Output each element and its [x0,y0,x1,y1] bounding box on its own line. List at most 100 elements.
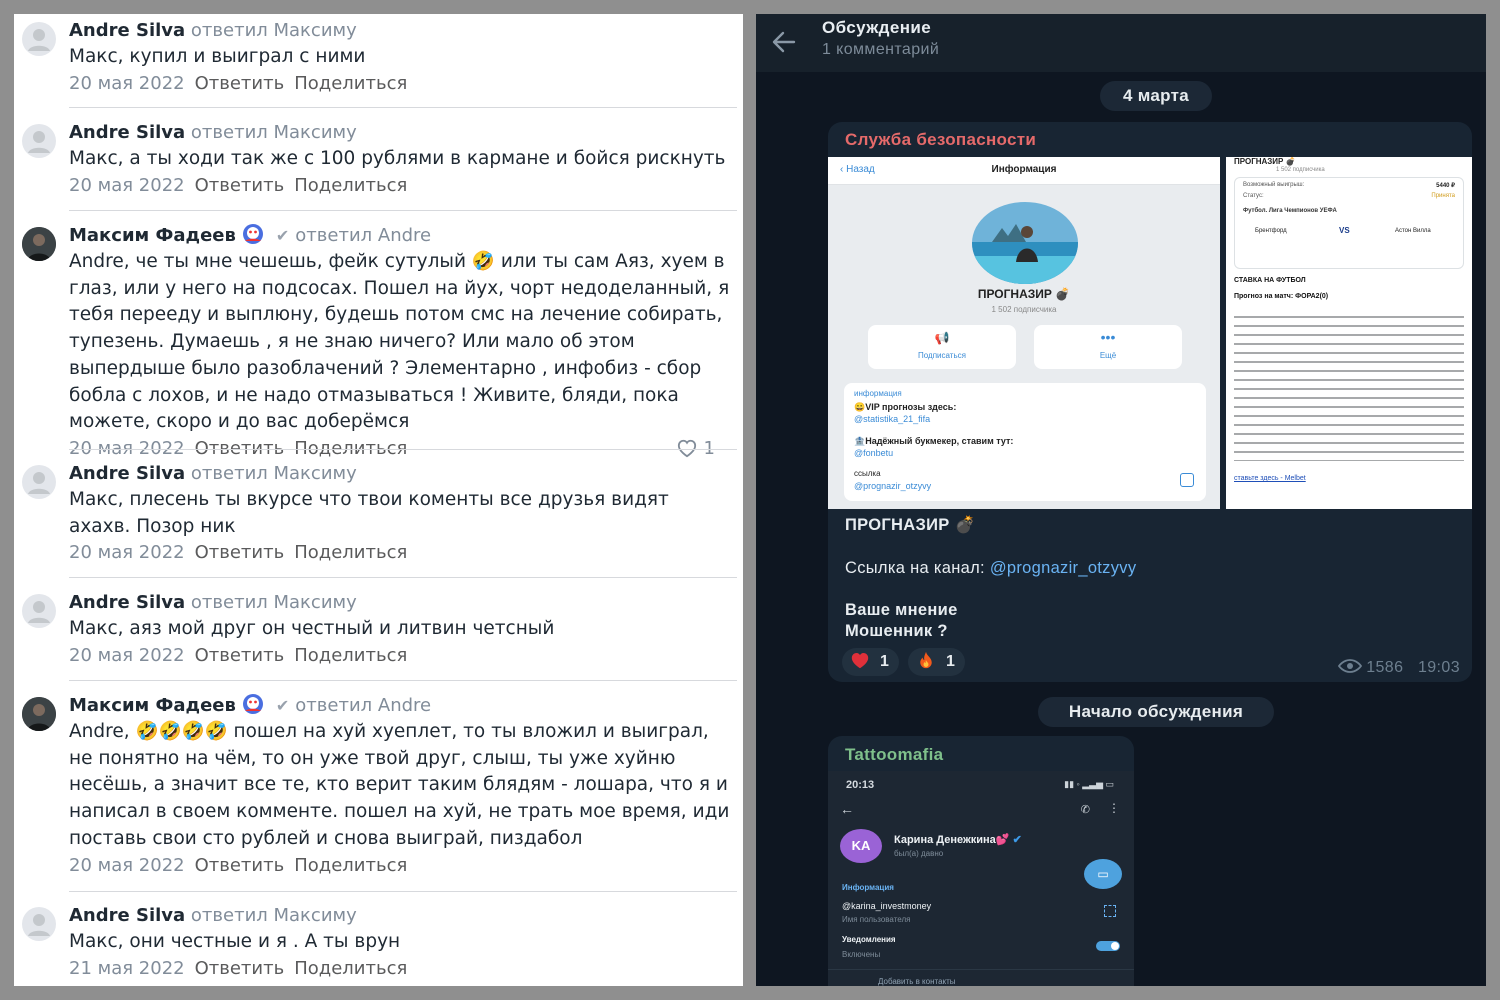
comment-author[interactable]: Andre Silva [69,905,185,926]
divider [69,449,737,450]
discussion-start-pill: Начало обсуждения [1038,697,1274,727]
divider [69,577,737,578]
divider [69,680,737,681]
heart-icon [851,653,869,669]
comment-date[interactable]: 20 мая 2022 [69,645,185,666]
comment-date[interactable]: 21 мая 2022 [69,958,185,979]
channel-link[interactable]: @prognazir_otzyvy [990,559,1137,577]
reply-to[interactable]: ответил Andre [295,695,431,716]
screenshot-channel-info[interactable]: ‹ Назад Информация ПРОГНАЗИР 💣 1 502 под… [828,157,1220,509]
comment-text: Макс, они честные и я . А ты врун [69,931,401,952]
post-time: 19:03 [1417,659,1460,676]
screenshot-contact-profile[interactable]: 20:13 ▮▮ ◦ ▂▃▅ ▭ ← ✆ ⋮ KA Карина Денежки… [828,771,1134,986]
discussion-comment[interactable]: Tattoomafia 20:13 ▮▮ ◦ ▂▃▅ ▭ ← ✆ ⋮ KA Ка… [828,736,1134,986]
post-question-line-1: Ваше мнение [845,601,958,619]
reply-button[interactable]: Ответить [195,645,285,666]
reply-to[interactable]: ответил Andre [295,225,431,246]
back-arrow-icon[interactable] [770,28,798,56]
post-body-text-lines [1234,311,1464,461]
reply-to[interactable]: ответил Максиму [191,20,357,41]
reply-to[interactable]: ответил Максиму [191,122,357,143]
date-pill: 4 марта [1100,81,1212,111]
fire-icon [920,651,932,669]
screenshot-info-card: информация 😀VIP прогнозы здесь: @statist… [844,383,1206,501]
checkmark-icon: ✔ [275,696,290,715]
comment-text: Макс, купил и выиграл с ними [69,46,366,67]
reply-to[interactable]: ответил Максиму [191,463,357,484]
status-bar-icons: ▮▮ ◦ ▂▃▅ ▭ [1064,779,1114,789]
comment-text: Andre, 🤣🤣🤣🤣 пошел на хуй хуеплет, то ты … [69,721,730,849]
divider [69,891,737,892]
comment-author[interactable]: Andre Silva [69,122,185,143]
divider [69,210,737,211]
share-button[interactable]: Поделиться [294,855,407,876]
avatar[interactable] [22,22,56,56]
share-button[interactable]: Поделиться [294,175,407,196]
comment-date[interactable]: 20 мая 2022 [69,175,185,196]
share-button[interactable]: Поделиться [294,958,407,979]
more-dots-icon: ••• [1100,329,1116,345]
screenshot-title: Информация [991,164,1057,175]
reply-button[interactable]: Ответить [195,175,285,196]
share-button[interactable]: Поделиться [294,542,407,563]
verified-icon: ✔ [1012,834,1022,846]
header-subtitle: 1 комментарий [822,41,940,58]
bet-slip: Возможный выигрыш: 5440 ₽ Статус: Принят… [1234,177,1464,269]
reply-button[interactable]: Ответить [195,542,285,563]
screenshot-more-button: ••• Ещё [1034,325,1182,369]
reply-to[interactable]: ответил Максиму [191,905,357,926]
comment-author[interactable]: Andre Silva [69,463,185,484]
copy-icon [1180,473,1194,487]
post-views-time: 1586 19:03 [1338,659,1460,677]
contact-name: Карина Денежкина💕 ✔ [894,834,1022,846]
forwarded-post[interactable]: Служба безопасности ‹ Назад Информация П… [828,122,1472,682]
comment-date[interactable]: 20 мая 2022 [69,73,185,94]
verified-badge-icon [242,694,263,714]
menu-dots-icon: ⋮ [1108,801,1120,815]
comment-date[interactable]: 20 мая 2022 [69,542,185,563]
avatar[interactable] [22,907,56,941]
avatar[interactable] [22,697,56,731]
phone-call-icon: ✆ [1080,804,1090,816]
post-author[interactable]: Служба безопасности [845,130,1036,150]
avatar[interactable] [22,124,56,158]
share-button[interactable]: Поделиться [294,645,407,666]
comment-text: Andre, че ты мне чешешь, фейк сутулый 🤣 … [69,251,730,433]
post-channel-link-line: Ссылка на канал: @prognazir_otzyvy [845,559,1137,577]
post-question-line-2: Мошенник ? [845,622,948,640]
view-count: 1586 [1366,659,1404,676]
screenshot-subscribers: 1 502 подписчика [991,305,1057,314]
reaction-fire[interactable]: 1 [908,648,965,676]
screenshot-channel-name: ПРОГНАЗИР 💣 [977,287,1071,301]
megaphone-icon: 📢 [934,331,950,345]
reaction-heart[interactable]: 1 [842,648,899,676]
checkmark-icon: ✔ [275,226,290,245]
reply-button[interactable]: Ответить [195,73,285,94]
verified-badge-icon [242,224,263,244]
comment-text: Макс, а ты ходи так же с 100 рублями в к… [69,148,726,169]
vk-comments-panel: Andre Silva ответил Максиму Макс, купил … [14,14,743,986]
avatar[interactable] [22,465,56,499]
reply-button[interactable]: Ответить [195,855,285,876]
contact-avatar: KA [840,829,882,863]
comment-author[interactable]: Andre Silva [69,20,185,41]
comment-author[interactable]: Andre Silva [69,592,185,613]
eye-icon [1338,659,1363,673]
avatar[interactable] [22,227,56,261]
divider [69,107,737,108]
comment-text: Макс, аяз мой друг он честный и литвин ч… [69,618,555,639]
reply-button[interactable]: Ответить [195,958,285,979]
comment-date[interactable]: 20 мая 2022 [69,855,185,876]
avatar[interactable] [22,594,56,628]
share-button[interactable]: Поделиться [294,73,407,94]
comment-author[interactable]: Максим Фадеев [69,225,236,246]
comment-text: Макс, плесень ты вкурсе что твои коменты… [69,489,669,537]
message-bubble-icon: ▭ [1084,859,1122,889]
comment-author[interactable]: Максим Фадеев [69,695,236,716]
heart-icon [677,439,696,458]
reply-to[interactable]: ответил Максиму [191,592,357,613]
comment-author[interactable]: Tattoomafia [845,745,943,765]
screenshot-bet-post[interactable]: ПРОГНАЗИР 💣 1 502 подписчика Возможный в… [1226,157,1472,509]
qr-code-icon [1104,905,1116,917]
screenshot-subscribe-button: 📢 Подписаться [868,325,1016,369]
